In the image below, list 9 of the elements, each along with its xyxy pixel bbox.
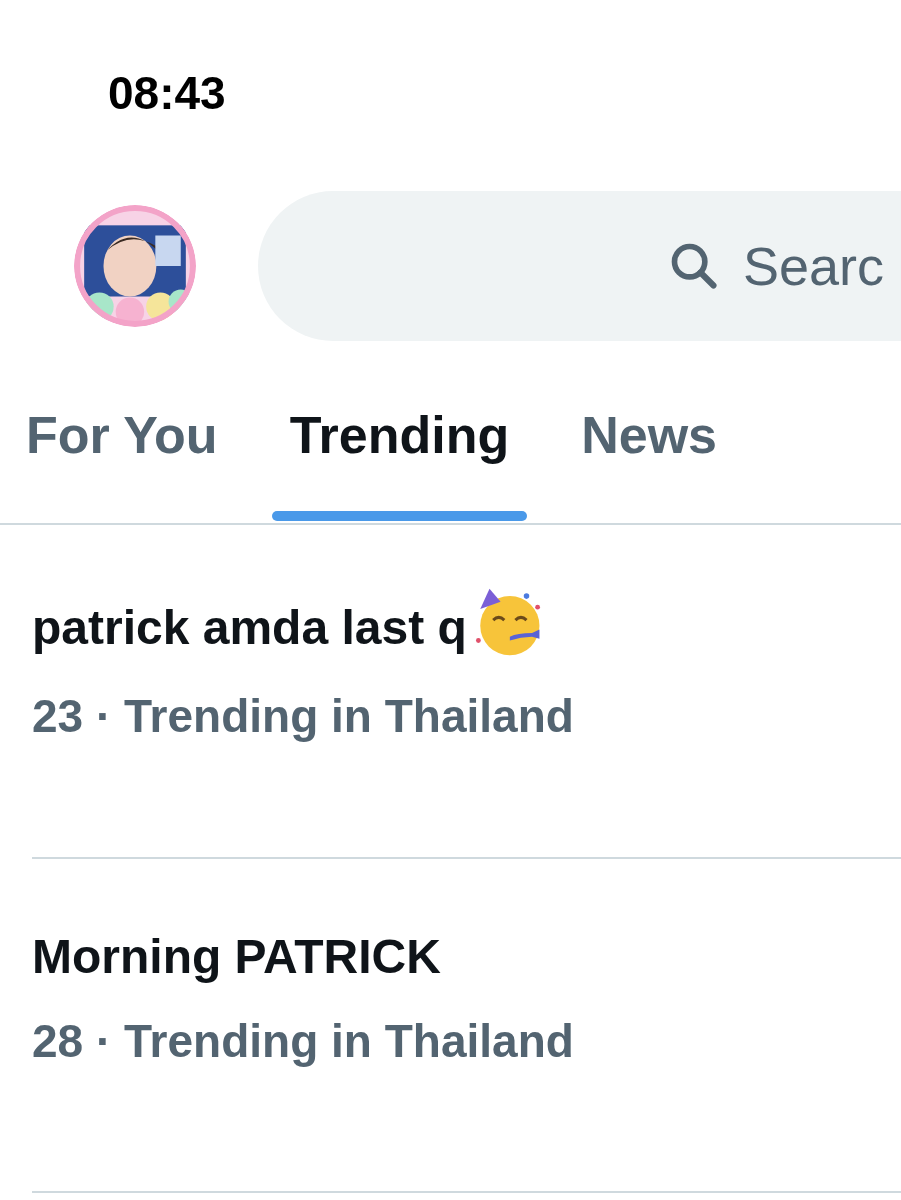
search-field[interactable]: Searc: [258, 191, 901, 341]
tab[interactable]: For You: [8, 367, 236, 523]
tab[interactable]: News: [563, 367, 736, 523]
trend-meta: 23 · Trending in Thailand: [32, 689, 575, 743]
tab[interactable]: Trending: [271, 367, 528, 523]
status-time: 08:43: [108, 67, 226, 119]
trend-meta: 28 · Trending in Thailand: [32, 1014, 575, 1068]
trend-title[interactable]: Morning PATRICK: [32, 929, 441, 984]
trend-title[interactable]: patrick amda last q: [32, 599, 467, 655]
